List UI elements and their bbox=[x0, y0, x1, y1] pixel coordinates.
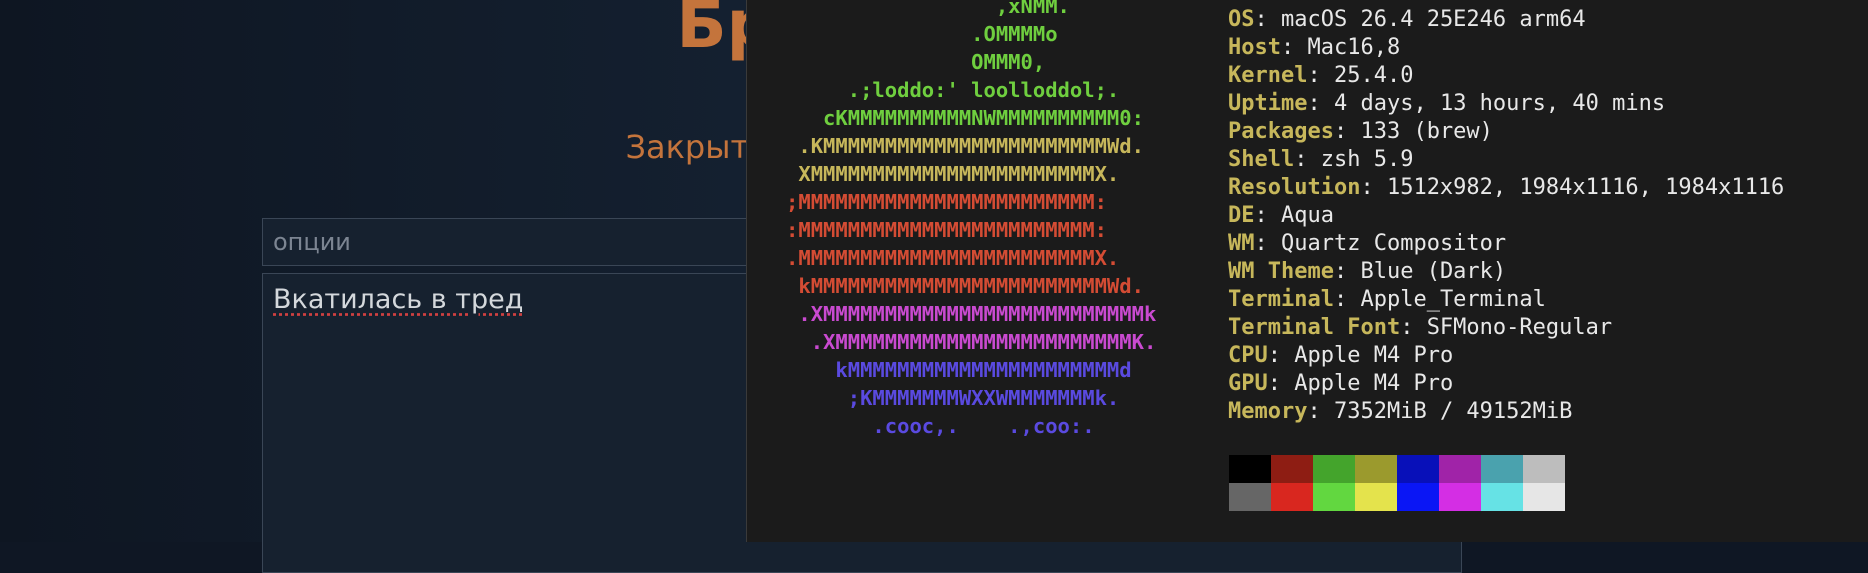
info-value: 133 (brew) bbox=[1360, 119, 1493, 144]
info-key: Packages bbox=[1228, 119, 1334, 144]
info-key: Kernel bbox=[1228, 63, 1308, 88]
info-value: 7352MiB / 49152MiB bbox=[1333, 399, 1573, 424]
info-value: Apple M4 Pro bbox=[1294, 371, 1454, 396]
info-value: Apple M4 Pro bbox=[1294, 343, 1454, 368]
logo-line: kMMMMMMMMMMMMMMMMMMMMMMd bbox=[749, 358, 1132, 382]
logo-line: .cooc,. .,coo:. bbox=[749, 414, 1095, 438]
color-swatch bbox=[1481, 483, 1523, 511]
info-row: Kernel: 25.4.0 bbox=[1228, 63, 1414, 88]
color-swatch bbox=[1229, 483, 1271, 511]
info-row: OS: macOS 26.4 25E246 arm64 bbox=[1228, 7, 1586, 32]
logo-line: .MMMMMMMMMMMMMMMMMMMMMMMMX. bbox=[749, 246, 1120, 270]
info-row: CPU: Apple M4 Pro bbox=[1228, 343, 1454, 368]
info-key: Terminal bbox=[1228, 287, 1334, 312]
info-key: WM bbox=[1228, 231, 1255, 256]
info-key: Uptime bbox=[1228, 91, 1308, 116]
info-value: zsh 5.9 bbox=[1320, 147, 1414, 172]
info-row: Resolution: 1512x982, 1984x1116, 1984x11… bbox=[1228, 175, 1785, 200]
terminal-window[interactable]: ,xNMM. .OMMMMo OMMM0, .;loddo:' loollodd… bbox=[746, 0, 1868, 542]
info-row: Terminal: Apple_Terminal bbox=[1228, 287, 1546, 312]
info-key: Shell bbox=[1228, 147, 1295, 172]
info-row: Shell: zsh 5.9 bbox=[1228, 147, 1414, 172]
system-info-block: OS: macOS 26.4 25E246 arm64 Host: Mac16,8… bbox=[1228, 6, 1784, 426]
info-row: WM Theme: Blue (Dark) bbox=[1228, 259, 1507, 284]
info-value: Aqua bbox=[1281, 203, 1334, 228]
info-key: Terminal Font bbox=[1228, 315, 1401, 340]
color-swatch bbox=[1523, 455, 1565, 483]
color-swatch bbox=[1439, 455, 1481, 483]
color-swatch bbox=[1229, 455, 1271, 483]
logo-line: :MMMMMMMMMMMMMMMMMMMMMMMM: bbox=[749, 218, 1107, 242]
info-key: Resolution bbox=[1228, 175, 1361, 200]
info-row: GPU: Apple M4 Pro bbox=[1228, 371, 1454, 396]
info-key: CPU bbox=[1228, 343, 1268, 368]
logo-line: .OMMMMo bbox=[749, 22, 1058, 46]
color-swatch bbox=[1523, 483, 1565, 511]
info-value: macOS 26.4 25E246 arm64 bbox=[1281, 7, 1586, 32]
info-key: OS bbox=[1228, 7, 1255, 32]
color-swatch bbox=[1355, 455, 1397, 483]
info-value: 4 days, 13 hours, 40 mins bbox=[1333, 91, 1666, 116]
info-row: WM: Quartz Compositor bbox=[1228, 231, 1507, 256]
logo-line: XMMMMMMMMMMMMMMMMMMMMMMMX. bbox=[749, 162, 1120, 186]
info-value: Blue (Dark) bbox=[1360, 259, 1507, 284]
color-swatch bbox=[1481, 455, 1523, 483]
logo-line: ;MMMMMMMMMMMMMMMMMMMMMMMM: bbox=[749, 190, 1107, 214]
logo-line: OMMM0, bbox=[749, 50, 1046, 74]
info-key: Memory bbox=[1228, 399, 1308, 424]
logo-line: .XMMMMMMMMMMMMMMMMMMMMMMMMMMk bbox=[749, 302, 1157, 326]
info-row: Memory: 7352MiB / 49152MiB bbox=[1228, 399, 1573, 424]
info-value: Mac16,8 bbox=[1307, 35, 1401, 60]
info-key: DE bbox=[1228, 203, 1255, 228]
info-row: Terminal Font: SFMono-Regular bbox=[1228, 315, 1613, 340]
color-swatch bbox=[1313, 483, 1355, 511]
logo-line: .KMMMMMMMMMMMMMMMMMMMMMMMWd. bbox=[749, 134, 1144, 158]
info-key: GPU bbox=[1228, 371, 1268, 396]
terminal-color-palette bbox=[1229, 455, 1565, 511]
info-key: Host bbox=[1228, 35, 1281, 60]
logo-line: .XMMMMMMMMMMMMMMMMMMMMMMMMK. bbox=[749, 330, 1157, 354]
color-swatch bbox=[1271, 483, 1313, 511]
info-key: WM Theme bbox=[1228, 259, 1334, 284]
info-value: Apple_Terminal bbox=[1360, 287, 1546, 312]
info-row: Packages: 133 (brew) bbox=[1228, 119, 1493, 144]
color-swatch bbox=[1397, 455, 1439, 483]
logo-line: ,xNMM. bbox=[749, 0, 1070, 18]
color-swatch bbox=[1397, 483, 1439, 511]
logo-line: cKMMMMMMMMMMNWMMMMMMMMMM0: bbox=[749, 106, 1144, 130]
color-swatch bbox=[1313, 455, 1355, 483]
logo-line: ;KMMMMMMMWXXWMMMMMMMk. bbox=[749, 386, 1120, 410]
info-value: SFMono-Regular bbox=[1426, 315, 1613, 340]
color-swatch bbox=[1439, 483, 1481, 511]
color-swatch bbox=[1355, 483, 1397, 511]
info-value: 1512x982, 1984x1116, 1984x1116 bbox=[1386, 175, 1785, 200]
logo-line: kMMMMMMMMMMMMMMMMMMMMMMMMWd. bbox=[749, 274, 1144, 298]
info-row: Host: Mac16,8 bbox=[1228, 35, 1401, 60]
info-row: Uptime: 4 days, 13 hours, 40 mins bbox=[1228, 91, 1666, 116]
apple-ascii-logo: ,xNMM. .OMMMMo OMMM0, .;loddo:' loollodd… bbox=[749, 0, 1156, 440]
info-row: DE: Aqua bbox=[1228, 203, 1334, 228]
logo-line: .;loddo:' loolloddol;. bbox=[749, 78, 1120, 102]
info-value: Quartz Compositor bbox=[1281, 231, 1507, 256]
color-swatch bbox=[1271, 455, 1313, 483]
message-text: Вкатилась в тред bbox=[273, 284, 524, 315]
info-value: 25.4.0 bbox=[1333, 63, 1414, 88]
